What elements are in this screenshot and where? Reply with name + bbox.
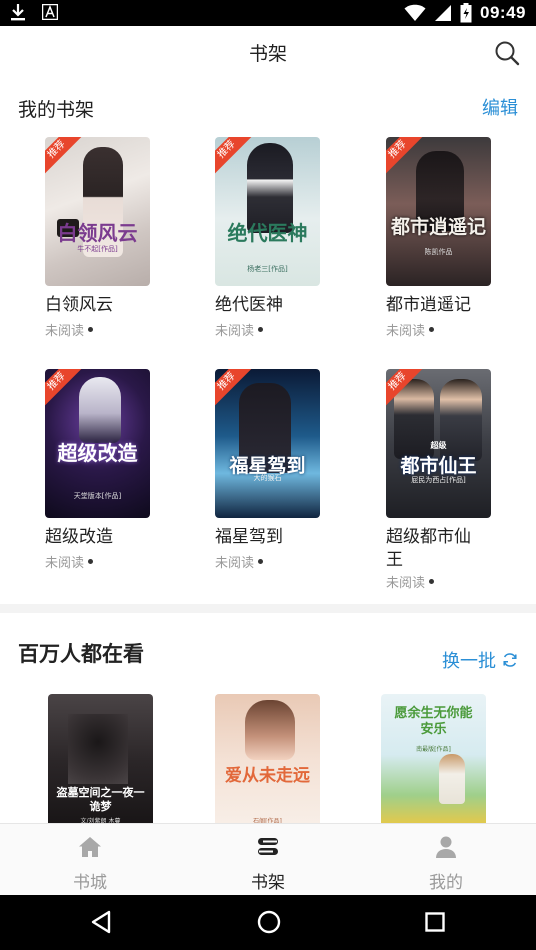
cover-author: 陈凯作品 [424, 248, 453, 256]
status-dot [258, 327, 264, 332]
read-status: 未阅读 [45, 320, 94, 339]
book-title: 都市逍遥记 [386, 295, 471, 315]
cover-title: 都市仙王 [400, 455, 477, 477]
book-cover[interactable]: 超级 都市仙王 屁民为西占[作品] 推荐 [386, 369, 491, 518]
bookshelf-title: 我的书架 [18, 99, 95, 121]
read-status: 未阅读 [386, 572, 435, 591]
refresh-button[interactable]: 换一批 [442, 647, 518, 673]
cover-title: 盗墓空间之一夜一诡梦 [56, 786, 145, 813]
cover-author: 大的猴石 [253, 474, 282, 482]
cover-title: 都市逍遥记 [390, 216, 486, 238]
edit-button[interactable]: 编辑 [482, 94, 518, 120]
book-item[interactable]: 绝代医神 杨老三[作品] 推荐 绝代医神 未阅读 [215, 137, 365, 347]
read-status-label: 未阅读 [386, 324, 426, 339]
cover-author: 屁民为西占[作品] [411, 476, 466, 484]
cover-author: 杨老三[作品] [247, 265, 288, 273]
status-dot [258, 559, 264, 564]
read-status-label: 未阅读 [45, 556, 85, 571]
refresh-label: 换一批 [442, 651, 496, 672]
status-dot [429, 579, 435, 584]
cover-author: 牛不起[作品] [77, 245, 118, 253]
book-item[interactable]: 超级改造 天堂版本[作品] 推荐 超级改造 未阅读 [45, 369, 195, 579]
cover-title: 愿余生无你能安乐 [394, 706, 473, 737]
read-status: 未阅读 [386, 320, 435, 339]
read-status-label: 未阅读 [215, 556, 255, 571]
recents-icon[interactable] [424, 909, 446, 935]
system-nav-bar [0, 895, 536, 950]
book-title: 绝代医神 [215, 295, 283, 315]
recommend-book-cover[interactable]: 爱从未走远 石阁[作品] [215, 694, 320, 829]
status-dot [88, 559, 94, 564]
search-icon[interactable] [494, 40, 520, 66]
read-status-label: 未阅读 [386, 576, 426, 591]
bookshelf-icon [258, 838, 278, 855]
status-dot [429, 327, 435, 332]
signal-icon [435, 5, 452, 21]
read-status-label: 未阅读 [215, 324, 255, 339]
person-icon [436, 836, 456, 858]
a-notification-icon [42, 4, 58, 20]
book-title: 超级都市仙王 [386, 527, 471, 570]
bookshelf-header: 我的书架 编辑 [0, 92, 536, 124]
nav-label: 我的 [429, 873, 463, 893]
recommend-book-cover[interactable]: 愿余生无你能安乐 南最版[作品] [381, 694, 486, 829]
read-status: 未阅读 [215, 552, 264, 571]
book-cover[interactable]: 超级改造 天堂版本[作品] 推荐 [45, 369, 150, 518]
book-title: 福星驾到 [215, 527, 283, 547]
book-title: 白领风云 [45, 295, 113, 315]
cover-author: 天堂版本[作品] [73, 492, 122, 500]
cover-badge-text: 超级 [430, 440, 447, 450]
nav-item-bookshelf[interactable]: 书架 [208, 824, 328, 896]
book-cover[interactable]: 绝代医神 杨老三[作品] 推荐 [215, 137, 320, 286]
battery-icon [460, 3, 472, 23]
book-item[interactable]: 超级 都市仙王 屁民为西占[作品] 推荐 超级都市仙王 未阅读 [386, 369, 536, 591]
bottom-nav: 书城 书架 我的 [0, 823, 536, 895]
read-status-label: 未阅读 [45, 324, 85, 339]
app-bar: 书架 [0, 26, 536, 78]
download-icon [11, 4, 25, 21]
wifi-icon [404, 4, 426, 22]
back-icon[interactable] [89, 909, 113, 935]
book-item[interactable]: 福星驾到 大的猴石 推荐 福星驾到 未阅读 [215, 369, 365, 579]
nav-label: 书架 [251, 873, 285, 893]
page-title: 书架 [248, 43, 287, 65]
section-divider [0, 604, 536, 613]
book-item[interactable]: 都市逍遥记 陈凯作品 推荐 都市逍遥记 未阅读 [386, 137, 536, 347]
status-time: 09:49 [480, 3, 526, 22]
cover-title: 绝代医神 [227, 221, 308, 245]
nav-item-bookstore[interactable]: 书城 [30, 824, 150, 896]
book-cover[interactable]: 白领风云 牛不起[作品] 推荐 [45, 137, 150, 286]
cover-author: 南最版[作品] [416, 746, 451, 753]
refresh-icon [503, 653, 517, 667]
nav-label: 书城 [73, 873, 107, 893]
recommend-title: 百万人都在看 [18, 642, 144, 666]
book-cover[interactable]: 都市逍遥记 陈凯作品 推荐 [386, 137, 491, 286]
home-button-icon[interactable] [256, 909, 282, 935]
book-cover[interactable]: 福星驾到 大的猴石 推荐 [215, 369, 320, 518]
cover-title: 爱从未走远 [225, 766, 310, 786]
nav-item-mine[interactable]: 我的 [386, 824, 506, 896]
book-item[interactable]: 白领风云 牛不起[作品] 推荐 白领风云 未阅读 [45, 137, 195, 347]
recommend-book-cover[interactable]: 盗墓空间之一夜一诡梦 文/刘紫朗 木蔓 [48, 694, 153, 829]
home-icon [79, 837, 101, 857]
cover-title: 超级改造 [57, 441, 138, 465]
read-status: 未阅读 [45, 552, 94, 571]
status-dot [88, 327, 94, 332]
cover-title: 白领风云 [57, 221, 138, 245]
recommend-header: 百万人都在看 换一批 [0, 636, 536, 672]
status-bar: 09:49 [0, 0, 536, 26]
book-title: 超级改造 [45, 527, 113, 547]
read-status: 未阅读 [215, 320, 264, 339]
